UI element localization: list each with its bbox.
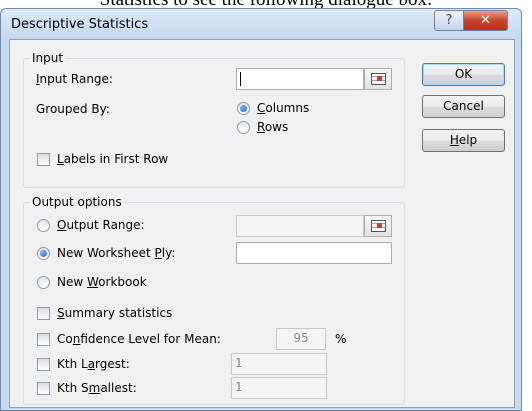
input-range-field[interactable] [236,68,364,90]
rows-radio[interactable] [237,121,250,134]
summary-statistics-checkbox[interactable] [37,307,50,320]
new-worksheet-ply-label: New Worksheet Ply: [57,246,176,260]
title-close-button[interactable]: ✕ [463,10,508,31]
input-range-label: Input Range: [36,72,113,86]
input-range-ref-button[interactable] [364,68,392,90]
output-range-field[interactable] [236,215,364,237]
range-select-icon [371,220,386,232]
title-help-button[interactable]: ? [434,10,464,31]
output-range-label: Output Range: [57,218,145,232]
confidence-level-field[interactable]: 95 [276,328,326,350]
columns-label: Columns [257,101,310,115]
summary-statistics-label: Summary statistics [57,306,173,320]
title-bar: Descriptive Statistics ? ✕ [1,9,521,39]
labels-first-row-label: Labels in First Row [57,152,169,166]
output-options-title: Output options [30,195,124,209]
output-range-ref-button[interactable] [364,215,392,237]
output-options-group: Output options Output Range: New Workshe… [23,195,405,405]
new-workbook-label: New Workbook [57,275,147,289]
question-icon: ? [445,13,453,28]
new-worksheet-ply-radio[interactable] [37,247,50,260]
rows-label: Rows [257,120,289,134]
dialog-title: Descriptive Statistics [11,17,149,32]
cancel-button[interactable]: Cancel [422,95,505,118]
confidence-percent-label: % [335,332,347,346]
ok-button[interactable]: OK [422,63,505,86]
kth-largest-field[interactable]: 1 [231,353,327,375]
output-range-radio[interactable] [37,219,50,232]
kth-smallest-checkbox[interactable] [37,382,50,395]
range-select-icon [371,73,386,85]
help-button[interactable]: Help [422,129,505,152]
grouped-by-label: Grouped By: [36,102,110,116]
input-group: Input Input Range: Grouped By: Columns R… [23,51,405,188]
kth-smallest-field[interactable]: 1 [231,377,327,399]
confidence-level-label: Confidence Level for Mean: [57,332,221,346]
close-icon: ✕ [480,13,491,28]
new-workbook-radio[interactable] [37,276,50,289]
dialog-client-area: Input Input Range: Grouped By: Columns R… [9,39,515,408]
descriptive-statistics-dialog: Descriptive Statistics ? ✕ Input Input R… [0,8,522,411]
columns-radio[interactable] [237,102,250,115]
kth-smallest-label: Kth Smallest: [57,381,137,395]
kth-largest-checkbox[interactable] [37,358,50,371]
input-group-title: Input [30,51,66,65]
labels-first-row-checkbox[interactable] [37,153,50,166]
new-worksheet-ply-field[interactable] [236,242,392,264]
kth-largest-label: Kth Largest: [57,357,130,371]
confidence-level-checkbox[interactable] [37,333,50,346]
